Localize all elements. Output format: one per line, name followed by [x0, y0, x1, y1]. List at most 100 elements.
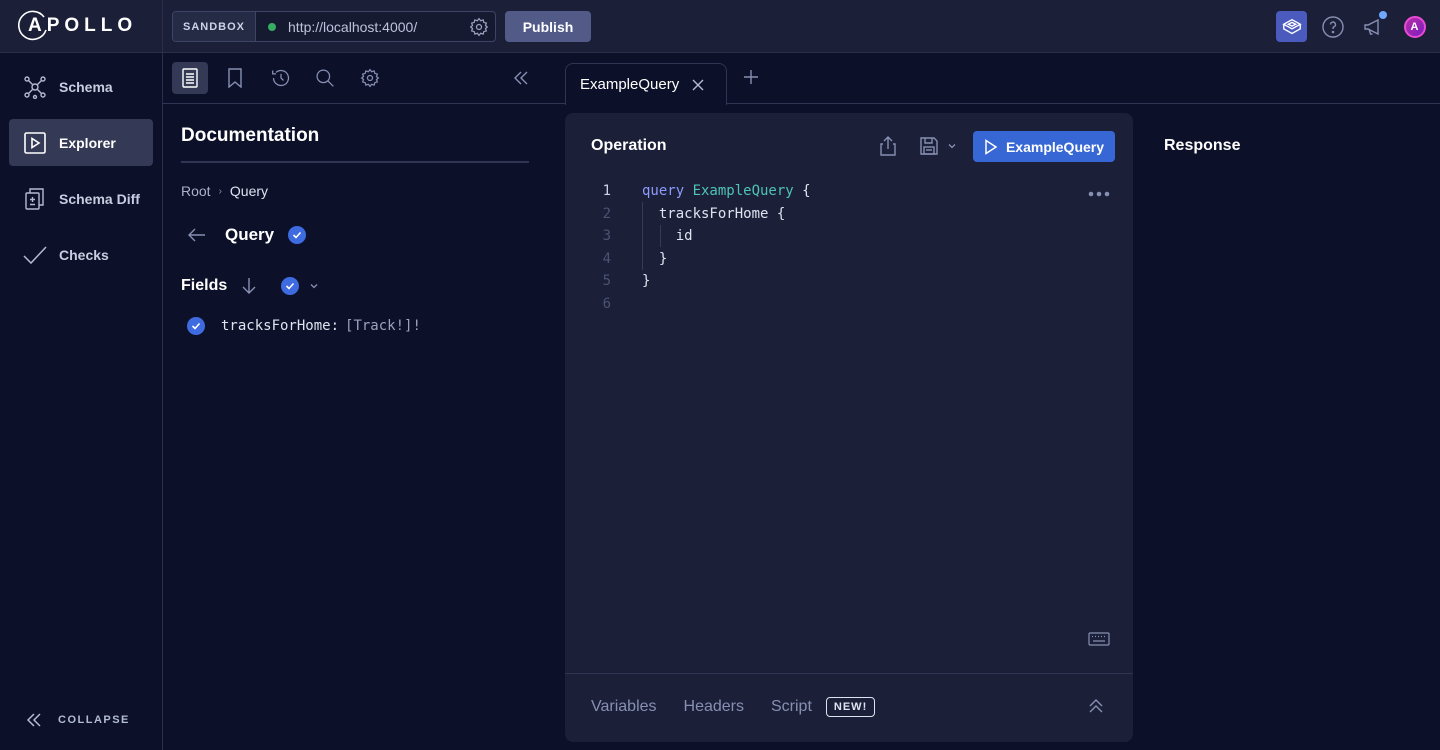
connection-settings-icon[interactable]: [469, 17, 489, 37]
code-line[interactable]: 3 id: [591, 225, 811, 248]
code-line[interactable]: 6: [591, 293, 811, 316]
chevron-right-icon: ›: [218, 185, 222, 197]
line-number: 4: [602, 250, 611, 267]
divider: [565, 673, 1133, 674]
operation-tab-bar: ExampleQuery: [565, 53, 1440, 105]
top-bar: APOLLO SANDBOX http://localhost:4000/ Pu…: [0, 0, 1440, 53]
code-token: {: [768, 205, 786, 222]
sandbox-label: SANDBOX: [173, 12, 257, 41]
field-checkbox[interactable]: [187, 317, 205, 335]
response-title: Response: [1164, 137, 1241, 154]
publish-button[interactable]: Publish: [505, 11, 591, 42]
code-line[interactable]: 1 query ExampleQuery {: [591, 180, 811, 203]
double-chevron-up-icon[interactable]: [1088, 698, 1104, 714]
double-chevron-left-icon: [26, 713, 41, 727]
share-icon[interactable]: [879, 136, 897, 156]
schema-graph-icon: [24, 75, 46, 99]
sidebar-item-explorer[interactable]: Explorer: [9, 119, 153, 166]
back-arrow-icon[interactable]: [187, 227, 207, 243]
more-options-icon[interactable]: [1088, 191, 1110, 197]
history-tab[interactable]: [263, 62, 299, 94]
divider: [162, 0, 163, 53]
doc-toolbar: [163, 53, 565, 104]
code-token: tracksForHome: [642, 205, 769, 222]
keyboard-shortcuts-icon[interactable]: [1088, 632, 1110, 646]
schema-reference-icon: [1281, 18, 1302, 34]
sidebar-item-label: Checks: [59, 246, 109, 263]
endpoint-bar: SANDBOX http://localhost:4000/: [172, 11, 496, 42]
breadcrumb: Root › Query: [181, 183, 268, 199]
user-menu[interactable]: A: [1399, 11, 1430, 42]
run-button-label: ExampleQuery: [1005, 138, 1105, 155]
history-icon: [272, 69, 290, 87]
new-badge: NEW!: [825, 697, 876, 717]
collections-tab[interactable]: [217, 62, 253, 94]
documentation-panel: Documentation Root › Query Query Fields …: [163, 53, 565, 750]
sort-down-icon[interactable]: [241, 277, 257, 295]
apollo-logo[interactable]: APOLLO: [18, 10, 137, 42]
check-icon: [191, 322, 201, 330]
field-type[interactable]: [Track!]!: [345, 318, 421, 334]
help-icon: [1321, 15, 1344, 38]
tab-variables[interactable]: Variables: [591, 698, 657, 716]
endpoint-url-input[interactable]: http://localhost:4000/: [288, 19, 469, 35]
connection-status-dot: [268, 22, 277, 31]
settings-tab[interactable]: [352, 62, 388, 94]
search-tab[interactable]: [307, 62, 343, 94]
breadcrumb-root[interactable]: Root: [181, 183, 211, 199]
sidebar-item-label: Explorer: [59, 134, 116, 151]
collapse-doc-panel-button[interactable]: [503, 62, 539, 94]
code-token: {: [793, 183, 811, 200]
sidebar-item-label: Schema: [59, 78, 113, 95]
line-number: 2: [602, 205, 611, 222]
run-query-button[interactable]: ExampleQuery: [973, 131, 1115, 162]
code-line[interactable]: 4 }: [591, 248, 811, 271]
query-editor[interactable]: 1 query ExampleQuery {2 tracksForHome {3 …: [591, 180, 811, 315]
tab-headers[interactable]: Headers: [684, 698, 744, 716]
code-line[interactable]: 2 tracksForHome {: [591, 203, 811, 226]
code-token: query: [642, 183, 693, 200]
tab-script[interactable]: Script: [771, 698, 812, 716]
doc-title: Documentation: [181, 125, 320, 146]
save-icon[interactable]: [919, 136, 939, 156]
check-icon: [293, 231, 302, 239]
divider: [181, 161, 529, 163]
field-name[interactable]: tracksForHome:: [221, 318, 339, 334]
code-token: ExampleQuery: [692, 183, 794, 200]
notification-dot: [1379, 11, 1387, 19]
tab-example-query[interactable]: ExampleQuery: [565, 63, 727, 105]
type-header: Query: [187, 225, 307, 245]
documentation-icon: [182, 68, 198, 88]
line-number: 1: [602, 183, 611, 200]
documentation-tab[interactable]: [172, 62, 208, 94]
code-token: }: [642, 273, 651, 290]
play-square-icon: [24, 131, 46, 154]
chevron-down-icon[interactable]: [309, 282, 319, 290]
sidebar-item-schema-diff[interactable]: Schema Diff: [9, 175, 153, 222]
announcements-button[interactable]: [1358, 11, 1389, 42]
tab-label: ExampleQuery: [580, 76, 680, 93]
add-tab-icon[interactable]: [743, 69, 759, 85]
type-checkbox[interactable]: [288, 226, 307, 244]
logo-text: APOLLO: [28, 15, 138, 36]
check-icon: [286, 282, 295, 290]
code-text: tracksForHome {: [642, 206, 785, 222]
select-all-fields-checkbox[interactable]: [281, 277, 300, 295]
code-text: }: [642, 273, 650, 289]
close-icon[interactable]: [691, 78, 705, 92]
bookmark-icon: [228, 68, 242, 88]
sidebar-item-checks[interactable]: Checks: [9, 231, 153, 278]
code-line[interactable]: 5}: [591, 270, 811, 293]
chevron-down-icon[interactable]: [947, 142, 957, 150]
sidebar-item-schema[interactable]: Schema: [9, 63, 153, 110]
collapse-sidebar-button[interactable]: COLLAPSE: [26, 712, 130, 728]
line-number: 6: [602, 295, 611, 312]
type-name: Query: [225, 225, 275, 244]
field-row[interactable]: tracksForHome: [Track!]!: [187, 317, 421, 335]
code-text: id: [642, 228, 693, 244]
help-button[interactable]: [1317, 11, 1348, 42]
code-token: id: [642, 228, 693, 245]
schema-reference-button[interactable]: [1276, 11, 1307, 42]
operation-title: Operation: [591, 137, 667, 154]
sidebar-item-label: Schema Diff: [59, 190, 140, 207]
